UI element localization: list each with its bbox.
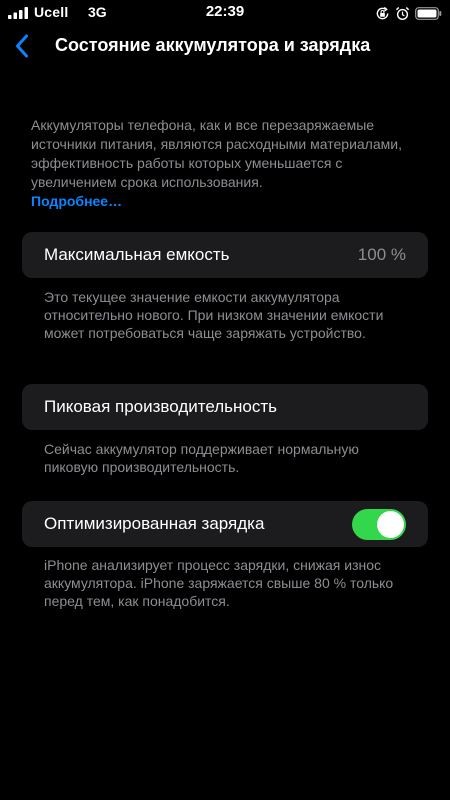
peak-performance-row: Пиковая производительность: [22, 384, 428, 430]
max-capacity-footnote: Это текущее значение емкости аккумулятор…: [44, 289, 384, 341]
learn-more-link[interactable]: Подробнее…: [31, 192, 411, 211]
page-title: Состояние аккумулятора и зарядка: [55, 35, 371, 55]
max-capacity-label: Максимальная емкость: [44, 245, 230, 264]
max-capacity-row: Максимальная емкость 100 %: [22, 232, 428, 278]
optimized-charging-row: Оптимизированная зарядка: [22, 501, 428, 547]
optimized-charging-label: Оптимизированная зарядка: [44, 514, 265, 533]
intro-text: Аккумуляторы телефона, как и все перезар…: [31, 117, 402, 190]
optimized-charging-footnote: iPhone анализирует процесс зарядки, сниж…: [44, 557, 394, 609]
chevron-left-icon: [16, 34, 28, 58]
battery-icon: [415, 6, 442, 20]
max-capacity-value: 100 %: [357, 245, 406, 264]
peak-performance-footnote: Сейчас аккумулятор поддерживает нормальн…: [44, 441, 359, 475]
peak-performance-label: Пиковая производительность: [44, 397, 278, 416]
status-bar: Ucell 3G 22:39: [0, 0, 450, 26]
back-button[interactable]: [10, 32, 34, 60]
orientation-lock-icon: [376, 6, 389, 19]
alarm-icon: [395, 6, 410, 20]
intro-description: Аккумуляторы телефона, как и все перезар…: [31, 116, 411, 211]
status-icons: [375, 5, 442, 21]
toggle-knob: [377, 511, 404, 538]
optimized-charging-toggle[interactable]: [352, 509, 406, 540]
